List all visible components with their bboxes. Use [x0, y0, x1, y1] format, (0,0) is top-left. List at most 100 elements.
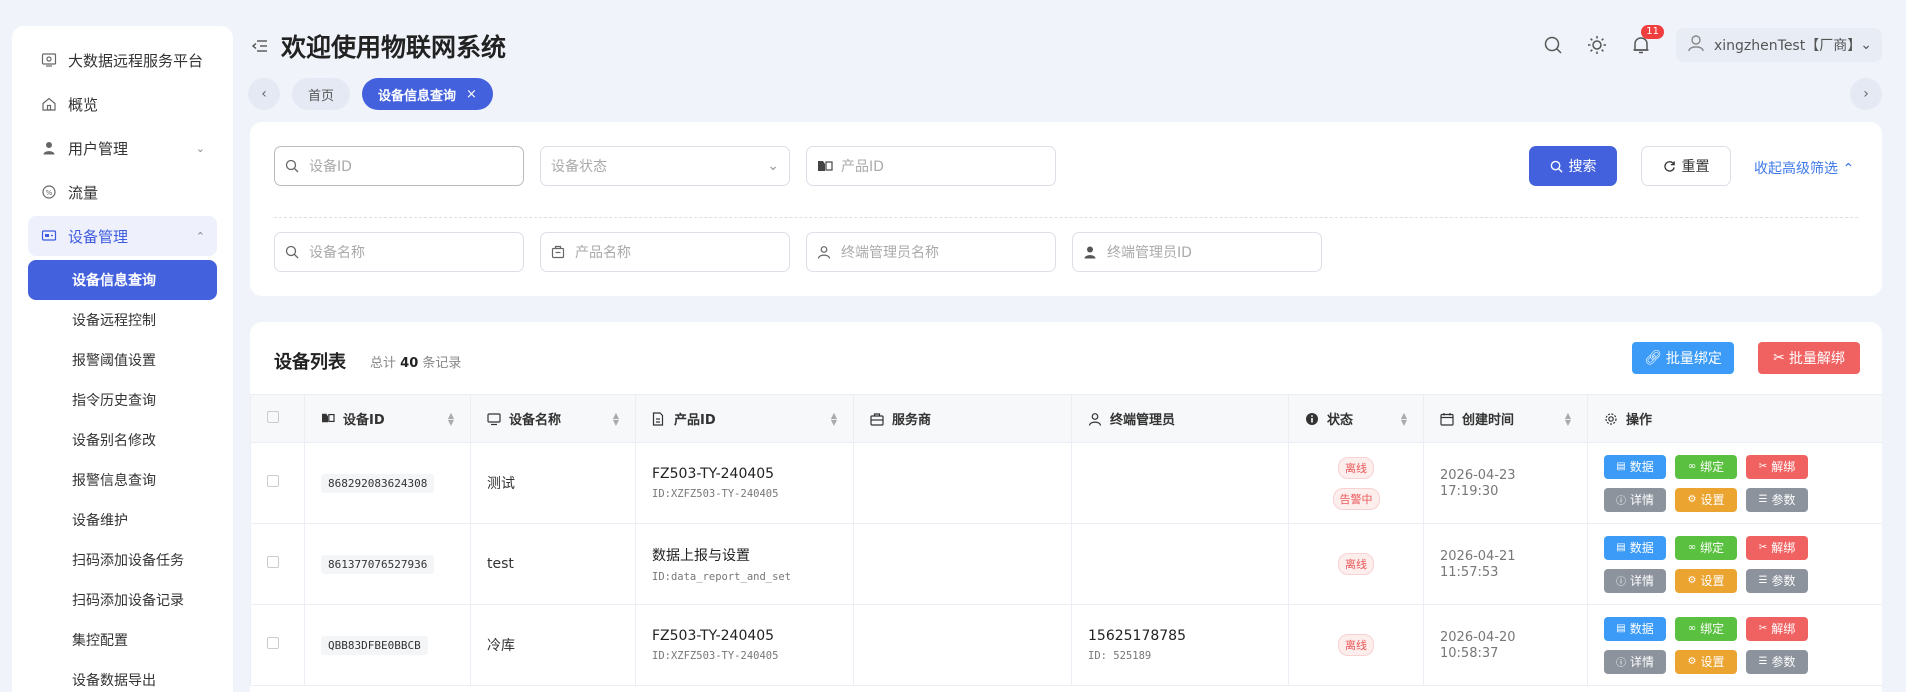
product-id: ID:data_report_and_set — [652, 571, 792, 583]
params-button[interactable]: ☰ 参数 — [1746, 568, 1808, 593]
row-select-cell[interactable] — [250, 604, 305, 686]
batch-bind-button[interactable]: 🔗︎ 批量绑定 — [1632, 342, 1734, 374]
sidebar-subitem-data-export[interactable]: 设备数据导出 — [28, 660, 217, 692]
params-button[interactable]: ☰ 参数 — [1746, 487, 1808, 512]
product-name-input[interactable]: 产品名称 — [540, 232, 790, 272]
row-checkbox[interactable] — [267, 637, 279, 649]
sidebar-subitem-device-info[interactable]: 设备信息查询 — [28, 260, 217, 300]
user-menu[interactable]: xingzhenTest【厂商】 ⌄ — [1676, 28, 1882, 62]
device-name-input[interactable]: 设备名称 — [274, 232, 524, 272]
info-icon: ⓘ — [1615, 496, 1626, 507]
tab-scroll-left-button[interactable]: ‹ — [248, 78, 280, 110]
sidebar-subitem-central-config[interactable]: 集控配置 — [28, 620, 217, 660]
col-device-id[interactable]: 设备ID ▲ ▼ — [304, 394, 471, 443]
sort-icon[interactable]: ▲ ▼ — [1565, 411, 1571, 426]
link-icon: ∞ — [1687, 542, 1697, 553]
scissors-icon: ✂ — [1758, 461, 1768, 472]
sidebar-subitem-scan-task[interactable]: 扫码添加设备任务 — [28, 540, 217, 580]
sort-icon[interactable]: ▲ ▼ — [1401, 411, 1407, 426]
cell-device-name: test — [470, 523, 636, 605]
manager-name-input[interactable]: 终端管理员名称 — [806, 232, 1056, 272]
search-icon[interactable] — [1542, 34, 1564, 56]
chart-icon: ▤ — [1616, 542, 1626, 553]
unbind-button[interactable]: ✂ 解绑 — [1746, 454, 1808, 479]
cell-status: 离线 — [1288, 604, 1424, 686]
sort-icon[interactable]: ▲ ▼ — [613, 411, 619, 426]
bind-button[interactable]: ∞ 绑定 — [1675, 616, 1737, 641]
device-id-input[interactable]: 设备ID — [274, 146, 524, 186]
sidebar-item-platform[interactable]: 大数据远程服务平台 — [28, 40, 217, 80]
sidebar-subitem-alarm-info[interactable]: 报警信息查询 — [28, 460, 217, 500]
sidebar-subitem-scan-record[interactable]: 扫码添加设备记录 — [28, 580, 217, 620]
bind-button[interactable]: ∞ 绑定 — [1675, 454, 1737, 479]
sidebar-item-overview[interactable]: 概览 — [28, 84, 217, 124]
search-button[interactable]: 搜索 — [1529, 146, 1617, 186]
sidebar-subitem-remote-control[interactable]: 设备远程控制 — [28, 300, 217, 340]
device-icon — [40, 227, 58, 245]
sidebar-item-traffic[interactable]: % 流量 — [28, 172, 217, 212]
row-select-cell[interactable] — [250, 442, 305, 524]
tab-home[interactable]: 首页 — [292, 78, 351, 110]
bind-button[interactable]: ∞ 绑定 — [1675, 535, 1737, 560]
reset-button[interactable]: 重置 — [1641, 146, 1731, 186]
col-created[interactable]: 创建时间 ▲ ▼ — [1423, 394, 1588, 443]
sidebar-item-label: 概览 — [68, 95, 99, 114]
sidebar: 大数据远程服务平台 概览 用户管理 ⌄ % 流量 设备管理 ⌃ 设备信息查询 设… — [12, 26, 233, 692]
row-checkbox[interactable] — [267, 556, 279, 568]
sort-icon[interactable]: ▲ ▼ — [448, 411, 454, 426]
settings-button[interactable]: ⚙ 设置 — [1675, 568, 1737, 593]
sidebar-item-devices[interactable]: 设备管理 ⌃ — [28, 216, 217, 256]
data-button[interactable]: ▤ 数据 — [1604, 616, 1666, 641]
refresh-icon — [1663, 160, 1676, 173]
col-device-name[interactable]: 设备名称 ▲ ▼ — [470, 394, 636, 443]
settings-button[interactable]: ⚙ 设置 — [1675, 487, 1737, 512]
col-product-id[interactable]: 产品ID ▲ ▼ — [635, 394, 854, 443]
select-all-cell[interactable] — [250, 394, 305, 443]
menu-fold-icon[interactable] — [251, 37, 269, 55]
data-button[interactable]: ▤ 数据 — [1604, 454, 1666, 479]
cell-status: 离线 告警中 — [1288, 442, 1424, 524]
settings-button[interactable]: ⚙ 设置 — [1675, 649, 1737, 674]
sidebar-item-users[interactable]: 用户管理 ⌄ — [28, 128, 217, 168]
select-all-checkbox[interactable] — [267, 410, 279, 423]
search-icon — [285, 158, 301, 174]
user-solid-icon — [1083, 244, 1099, 260]
tab-device-info[interactable]: 设备信息查询 × — [362, 78, 493, 110]
data-button[interactable]: ▤ 数据 — [1604, 535, 1666, 560]
collapse-advanced-filter-link[interactable]: 收起高级筛选 ⌃ — [1754, 158, 1854, 178]
device-status-select[interactable]: 设备状态 ⌄ — [540, 146, 790, 186]
manager-id-input[interactable]: 终端管理员ID — [1072, 232, 1322, 272]
detail-button[interactable]: ⓘ 详情 — [1604, 568, 1666, 593]
chart-icon: ▤ — [1616, 461, 1626, 472]
sidebar-subitem-alarm-threshold[interactable]: 报警阈值设置 — [28, 340, 217, 380]
col-label: 服务商 — [892, 413, 932, 428]
sort-icon[interactable]: ▲ ▼ — [831, 411, 837, 426]
sidebar-subitem-maintenance[interactable]: 设备维护 — [28, 500, 217, 540]
unbind-button[interactable]: ✂ 解绑 — [1746, 535, 1808, 560]
params-button[interactable]: ☰ 参数 — [1746, 649, 1808, 674]
op-label: 数据 — [1629, 541, 1654, 555]
created-time: 2026-04-23 17:19:30 — [1440, 468, 1516, 499]
col-label: 终端管理员 — [1110, 413, 1176, 428]
user-icon — [1088, 412, 1102, 426]
close-icon[interactable]: × — [466, 87, 477, 102]
detail-button[interactable]: ⓘ 详情 — [1604, 487, 1666, 512]
detail-button[interactable]: ⓘ 详情 — [1604, 649, 1666, 674]
col-label: 状态 — [1327, 413, 1354, 428]
unbind-button[interactable]: ✂ 解绑 — [1746, 616, 1808, 641]
device-list-panel: 设备列表 总计 40 条记录 🔗︎ 批量绑定 ✂ 批量解绑 设备ID ▲ ▼ 设… — [250, 322, 1882, 692]
theme-sun-icon[interactable] — [1586, 34, 1608, 56]
op-label: 解绑 — [1771, 541, 1796, 555]
product-id-input[interactable]: 产品ID — [806, 146, 1056, 186]
tab-scroll-right-button[interactable]: › — [1850, 78, 1882, 110]
row-checkbox[interactable] — [267, 475, 279, 487]
gear-icon — [1604, 412, 1618, 426]
row-select-cell[interactable] — [250, 523, 305, 605]
batch-unbind-button[interactable]: ✂ 批量解绑 — [1758, 342, 1860, 374]
op-label: 绑定 — [1700, 541, 1725, 555]
notification-bell-icon[interactable]: 11 — [1630, 25, 1664, 56]
col-status[interactable]: 状态 ▲ ▼ — [1288, 394, 1424, 443]
sidebar-subitem-command-history[interactable]: 指令历史查询 — [28, 380, 217, 420]
sidebar-subitem-alias-edit[interactable]: 设备别名修改 — [28, 420, 217, 460]
col-label: 创建时间 — [1462, 413, 1515, 428]
